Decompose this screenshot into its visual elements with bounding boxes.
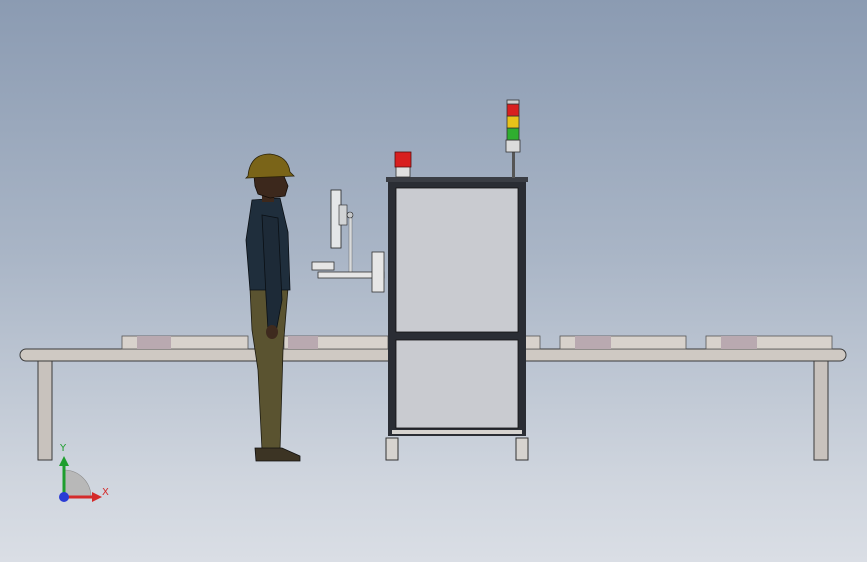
conveyor-leg-left <box>37 359 53 461</box>
beacon-lamp <box>394 151 412 168</box>
product-box-segment <box>288 336 318 349</box>
cabinet-upper-panel <box>395 187 519 333</box>
cabinet-bottom-rail <box>392 430 522 434</box>
stack-light-pole <box>512 150 515 178</box>
triad-z-axis <box>59 492 69 502</box>
x-axis-label: X <box>102 487 109 498</box>
stack-light-red <box>506 103 520 117</box>
cabinet-foot-left <box>385 437 399 461</box>
product-box-segment <box>721 336 757 349</box>
inspection-cabinet <box>385 177 529 461</box>
cad-viewport[interactable]: Y X <box>0 0 867 562</box>
stack-light <box>505 99 521 178</box>
coordinate-triad <box>59 456 102 502</box>
hmi-pivot <box>346 211 354 219</box>
hmi-arm-pole <box>348 217 353 275</box>
hard-hat <box>244 153 295 179</box>
stack-light-base <box>505 139 521 153</box>
operator-hand <box>266 325 278 339</box>
triad-y-arrow <box>59 456 69 466</box>
hmi-mount <box>311 189 385 293</box>
stack-light-yellow <box>506 115 520 129</box>
stack-light-green <box>506 127 520 141</box>
hmi-arm-mount <box>371 251 385 293</box>
triad-x-arrow <box>92 492 102 502</box>
hmi-monitor-bracket <box>338 204 348 226</box>
beacon-base <box>395 165 411 178</box>
product-box <box>523 335 541 350</box>
triad-plane-indicator <box>63 469 92 498</box>
product-box-segment <box>137 336 171 349</box>
cabinet-foot-right <box>515 437 529 461</box>
y-axis-label: Y <box>60 443 67 454</box>
beacon-light <box>394 151 412 178</box>
stack-light-cap <box>506 99 520 105</box>
assembly-drawing <box>19 99 847 502</box>
operator-figure <box>244 153 301 462</box>
product-box-segment <box>575 336 611 349</box>
operator-shoes <box>254 447 301 462</box>
hmi-keyboard-tray <box>311 261 335 271</box>
cabinet-lower-panel <box>395 339 519 429</box>
conveyor-leg-right <box>813 359 829 461</box>
cabinet-top-plate <box>386 177 528 182</box>
